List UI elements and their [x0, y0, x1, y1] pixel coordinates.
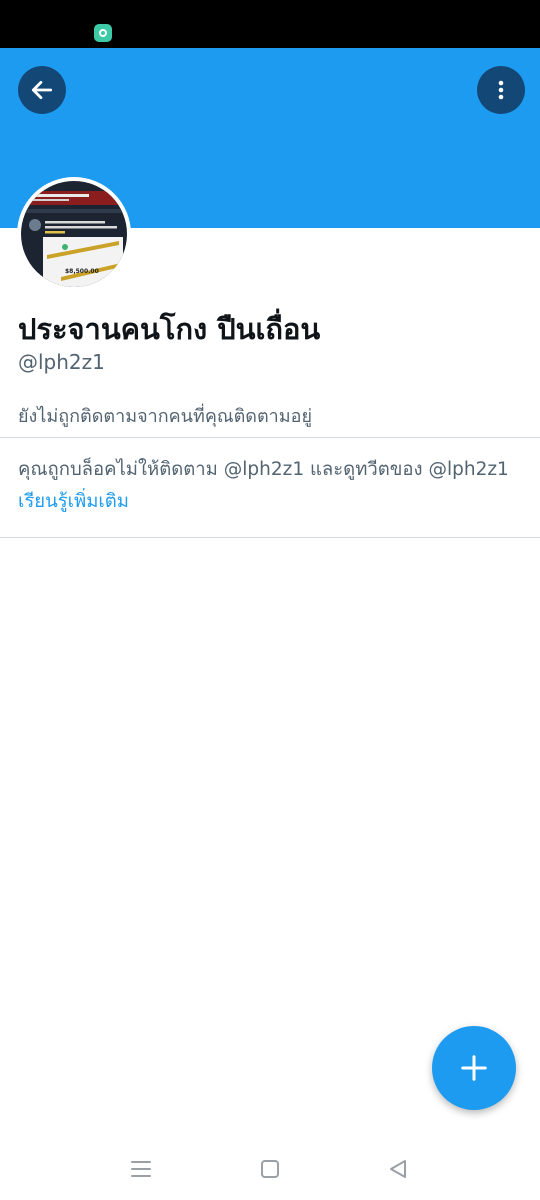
- learn-more-link[interactable]: เรียนรู้เพิ่มเติม: [18, 491, 129, 512]
- recent-apps-button[interactable]: [121, 1154, 161, 1184]
- avatar-amount-text: $8,500.00: [65, 268, 99, 275]
- profile-handle: @lph2z1: [18, 350, 105, 374]
- recent-apps-icon: [131, 1161, 151, 1177]
- divider: [0, 537, 540, 538]
- profile-display-name: ประจานคนโกง ปืนเถื่อน: [18, 312, 321, 346]
- compose-tweet-button[interactable]: [432, 1026, 516, 1110]
- profile-avatar[interactable]: $8,500.00: [17, 177, 131, 291]
- blocked-message: คุณถูกบล็อคไม่ให้ติดตาม @lph2z1 และดูทวี…: [18, 454, 523, 518]
- arrow-left-icon: [31, 81, 53, 99]
- plus-icon: [461, 1055, 487, 1081]
- status-bar: [0, 0, 540, 48]
- divider: [0, 437, 540, 438]
- back-triangle-icon: [390, 1160, 406, 1178]
- notification-app-icon: [94, 24, 112, 42]
- avatar-image: $8,500.00: [21, 181, 127, 287]
- system-navigation-bar: [0, 1140, 540, 1200]
- back-button[interactable]: [18, 66, 66, 114]
- system-back-button[interactable]: [378, 1154, 418, 1184]
- home-square-icon: [261, 1160, 279, 1178]
- more-options-button[interactable]: [477, 66, 525, 114]
- home-button[interactable]: [250, 1154, 290, 1184]
- followers-you-know-note: ยังไม่ถูกติดตามจากคนที่คุณติดตามอยู่: [18, 406, 312, 427]
- blocked-message-text: คุณถูกบล็อคไม่ให้ติดตาม @lph2z1 และดูทวี…: [18, 459, 509, 480]
- more-vertical-icon: [498, 80, 504, 100]
